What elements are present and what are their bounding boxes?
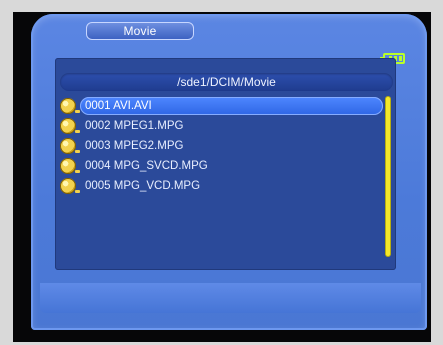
file-label: 0003 MPEG2.MPG (85, 140, 184, 152)
file-row-0004[interactable]: 0004 MPG_SVCD.MPG (58, 156, 380, 176)
path-bar: /sde1/DCIM/Movie (60, 73, 393, 91)
file-label: 0002 MPEG1.MPG (85, 120, 184, 132)
file-label: 0005 MPG_VCD.MPG (85, 180, 201, 192)
file-row-0002[interactable]: 0002 MPEG1.MPG (58, 116, 380, 136)
film-reel-icon (60, 158, 80, 174)
file-row-0005[interactable]: 0005 MPG_VCD.MPG (58, 176, 380, 196)
file-row-0001[interactable]: 0001 AVI.AVI (58, 96, 383, 116)
film-reel-icon (60, 118, 80, 134)
file-label: 0001 AVI.AVI (85, 100, 152, 112)
film-reel-icon (60, 178, 80, 194)
film-reel-icon (60, 138, 80, 154)
battery-cell (399, 56, 402, 61)
scrollbar[interactable] (386, 97, 390, 256)
file-row-0003[interactable]: 0003 MPEG2.MPG (58, 136, 380, 156)
file-list: 0001 AVI.AVI 0002 MPEG1.MPG 0003 MPEG2.M… (58, 96, 383, 196)
film-reel-icon (60, 98, 80, 114)
bottom-status-band (40, 283, 421, 313)
title-tab: Movie (86, 22, 194, 40)
file-label: 0004 MPG_SVCD.MPG (85, 160, 208, 172)
